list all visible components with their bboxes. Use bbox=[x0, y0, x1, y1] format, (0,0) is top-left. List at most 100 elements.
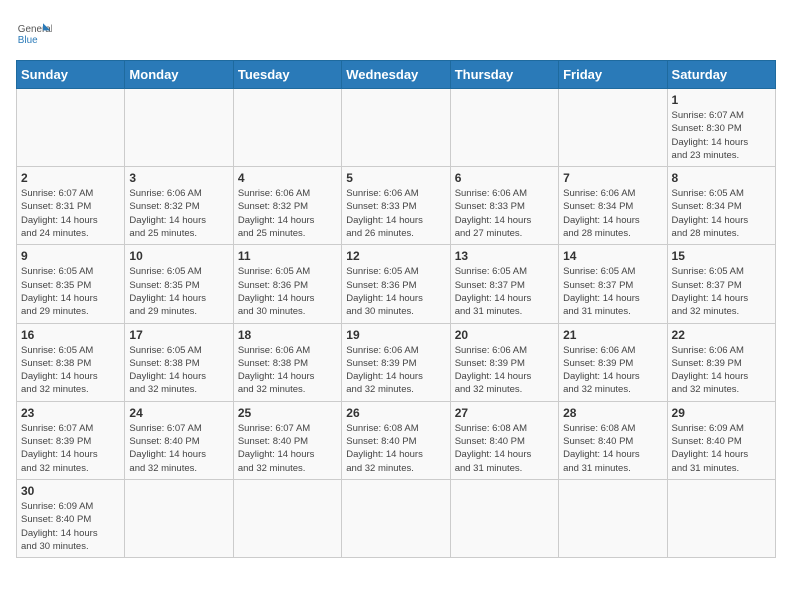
calendar-cell: 7 Sunrise: 6:06 AM Sunset: 8:34 PM Daylig… bbox=[559, 167, 667, 245]
logo: General Blue bbox=[16, 16, 52, 52]
day-info: Sunrise: 6:06 AM Sunset: 8:38 PM Dayligh… bbox=[238, 344, 337, 397]
logo-icon: General Blue bbox=[16, 16, 52, 52]
day-info: Sunrise: 6:05 AM Sunset: 8:38 PM Dayligh… bbox=[129, 344, 228, 397]
day-number: 18 bbox=[238, 328, 337, 342]
calendar-cell bbox=[559, 479, 667, 557]
day-number: 8 bbox=[672, 171, 771, 185]
day-info: Sunrise: 6:07 AM Sunset: 8:40 PM Dayligh… bbox=[129, 422, 228, 475]
calendar-week-row: 23 Sunrise: 6:07 AM Sunset: 8:39 PM Dayli… bbox=[17, 401, 776, 479]
weekday-header: Wednesday bbox=[342, 61, 450, 89]
day-info: Sunrise: 6:07 AM Sunset: 8:40 PM Dayligh… bbox=[238, 422, 337, 475]
calendar-cell: 2Sunrise: 6:07 AM Sunset: 8:31 PM Daylig… bbox=[17, 167, 125, 245]
calendar-cell: 24Sunrise: 6:07 AM Sunset: 8:40 PM Dayli… bbox=[125, 401, 233, 479]
calendar-cell: 10 Sunrise: 6:05 AM Sunset: 8:35 PM Dayli… bbox=[125, 245, 233, 323]
day-info: Sunrise: 6:08 AM Sunset: 8:40 PM Dayligh… bbox=[346, 422, 445, 475]
day-number: 23 bbox=[21, 406, 120, 420]
calendar-cell bbox=[559, 89, 667, 167]
day-number: 30 bbox=[21, 484, 120, 498]
day-number: 6 bbox=[455, 171, 554, 185]
day-number: 1 bbox=[672, 93, 771, 107]
day-info: Sunrise: 6:07 AM Sunset: 8:30 PM Dayligh… bbox=[672, 109, 771, 162]
calendar-cell: 15Sunrise: 6:05 AM Sunset: 8:37 PM Dayli… bbox=[667, 245, 775, 323]
calendar-cell: 11 Sunrise: 6:05 AM Sunset: 8:36 PM Dayli… bbox=[233, 245, 341, 323]
calendar-cell bbox=[233, 479, 341, 557]
day-info: Sunrise: 6:05 AM Sunset: 8:35 PM Dayligh… bbox=[129, 265, 228, 318]
day-info: Sunrise: 6:06 AM Sunset: 8:39 PM Dayligh… bbox=[346, 344, 445, 397]
calendar-cell bbox=[342, 479, 450, 557]
calendar-week-row: 16 Sunrise: 6:05 AM Sunset: 8:38 PM Dayli… bbox=[17, 323, 776, 401]
calendar-cell: 20Sunrise: 6:06 AM Sunset: 8:39 PM Dayli… bbox=[450, 323, 558, 401]
day-number: 11 bbox=[238, 249, 337, 263]
calendar-cell: 26 Sunrise: 6:08 AM Sunset: 8:40 PM Dayli… bbox=[342, 401, 450, 479]
day-number: 10 bbox=[129, 249, 228, 263]
weekday-header: Monday bbox=[125, 61, 233, 89]
day-info: Sunrise: 6:09 AM Sunset: 8:40 PM Dayligh… bbox=[672, 422, 771, 475]
day-number: 27 bbox=[455, 406, 554, 420]
day-number: 16 bbox=[21, 328, 120, 342]
calendar-cell: 8Sunrise: 6:05 AM Sunset: 8:34 PM Daylig… bbox=[667, 167, 775, 245]
calendar-cell: 25 Sunrise: 6:07 AM Sunset: 8:40 PM Dayli… bbox=[233, 401, 341, 479]
weekday-header: Saturday bbox=[667, 61, 775, 89]
weekday-header: Tuesday bbox=[233, 61, 341, 89]
calendar-cell: 28Sunrise: 6:08 AM Sunset: 8:40 PM Dayli… bbox=[559, 401, 667, 479]
day-number: 12 bbox=[346, 249, 445, 263]
calendar-cell: 3 Sunrise: 6:06 AM Sunset: 8:32 PM Daylig… bbox=[125, 167, 233, 245]
calendar-cell bbox=[667, 479, 775, 557]
calendar-cell: 4Sunrise: 6:06 AM Sunset: 8:32 PM Daylig… bbox=[233, 167, 341, 245]
day-number: 13 bbox=[455, 249, 554, 263]
calendar-week-row: 2Sunrise: 6:07 AM Sunset: 8:31 PM Daylig… bbox=[17, 167, 776, 245]
calendar-cell: 16 Sunrise: 6:05 AM Sunset: 8:38 PM Dayli… bbox=[17, 323, 125, 401]
calendar-cell: 13 Sunrise: 6:05 AM Sunset: 8:37 PM Dayli… bbox=[450, 245, 558, 323]
calendar-cell: 14Sunrise: 6:05 AM Sunset: 8:37 PM Dayli… bbox=[559, 245, 667, 323]
day-info: Sunrise: 6:05 AM Sunset: 8:37 PM Dayligh… bbox=[563, 265, 662, 318]
day-number: 5 bbox=[346, 171, 445, 185]
calendar-cell: 22 Sunrise: 6:06 AM Sunset: 8:39 PM Dayli… bbox=[667, 323, 775, 401]
day-number: 25 bbox=[238, 406, 337, 420]
page-header: General Blue bbox=[16, 16, 776, 52]
weekday-header: Sunday bbox=[17, 61, 125, 89]
day-number: 15 bbox=[672, 249, 771, 263]
calendar-cell bbox=[233, 89, 341, 167]
day-number: 22 bbox=[672, 328, 771, 342]
calendar-week-row: 9 Sunrise: 6:05 AM Sunset: 8:35 PM Daylig… bbox=[17, 245, 776, 323]
day-number: 21 bbox=[563, 328, 662, 342]
day-number: 29 bbox=[672, 406, 771, 420]
day-info: Sunrise: 6:05 AM Sunset: 8:36 PM Dayligh… bbox=[346, 265, 445, 318]
day-info: Sunrise: 6:09 AM Sunset: 8:40 PM Dayligh… bbox=[21, 500, 120, 553]
day-info: Sunrise: 6:05 AM Sunset: 8:36 PM Dayligh… bbox=[238, 265, 337, 318]
day-info: Sunrise: 6:06 AM Sunset: 8:32 PM Dayligh… bbox=[129, 187, 228, 240]
day-info: Sunrise: 6:05 AM Sunset: 8:37 PM Dayligh… bbox=[455, 265, 554, 318]
day-number: 9 bbox=[21, 249, 120, 263]
calendar-cell: 27 Sunrise: 6:08 AM Sunset: 8:40 PM Dayli… bbox=[450, 401, 558, 479]
calendar-week-row: 1 Sunrise: 6:07 AM Sunset: 8:30 PM Daylig… bbox=[17, 89, 776, 167]
calendar-cell: 30 Sunrise: 6:09 AM Sunset: 8:40 PM Dayli… bbox=[17, 479, 125, 557]
day-info: Sunrise: 6:06 AM Sunset: 8:34 PM Dayligh… bbox=[563, 187, 662, 240]
day-info: Sunrise: 6:06 AM Sunset: 8:39 PM Dayligh… bbox=[672, 344, 771, 397]
calendar-cell: 23 Sunrise: 6:07 AM Sunset: 8:39 PM Dayli… bbox=[17, 401, 125, 479]
calendar-cell bbox=[342, 89, 450, 167]
day-number: 20 bbox=[455, 328, 554, 342]
calendar-cell: 21Sunrise: 6:06 AM Sunset: 8:39 PM Dayli… bbox=[559, 323, 667, 401]
calendar-cell: 5 Sunrise: 6:06 AM Sunset: 8:33 PM Daylig… bbox=[342, 167, 450, 245]
day-number: 7 bbox=[563, 171, 662, 185]
calendar-cell bbox=[17, 89, 125, 167]
day-info: Sunrise: 6:06 AM Sunset: 8:32 PM Dayligh… bbox=[238, 187, 337, 240]
day-number: 17 bbox=[129, 328, 228, 342]
day-info: Sunrise: 6:06 AM Sunset: 8:33 PM Dayligh… bbox=[346, 187, 445, 240]
calendar-cell: 9Sunrise: 6:05 AM Sunset: 8:35 PM Daylig… bbox=[17, 245, 125, 323]
day-number: 26 bbox=[346, 406, 445, 420]
calendar-cell: 18 Sunrise: 6:06 AM Sunset: 8:38 PM Dayli… bbox=[233, 323, 341, 401]
day-info: Sunrise: 6:08 AM Sunset: 8:40 PM Dayligh… bbox=[563, 422, 662, 475]
calendar-cell: 6Sunrise: 6:06 AM Sunset: 8:33 PM Daylig… bbox=[450, 167, 558, 245]
calendar-cell: 29 Sunrise: 6:09 AM Sunset: 8:40 PM Dayli… bbox=[667, 401, 775, 479]
day-number: 19 bbox=[346, 328, 445, 342]
calendar-cell: 1 Sunrise: 6:07 AM Sunset: 8:30 PM Daylig… bbox=[667, 89, 775, 167]
calendar-cell bbox=[450, 89, 558, 167]
day-info: Sunrise: 6:05 AM Sunset: 8:38 PM Dayligh… bbox=[21, 344, 120, 397]
day-number: 3 bbox=[129, 171, 228, 185]
calendar-cell: 19 Sunrise: 6:06 AM Sunset: 8:39 PM Dayli… bbox=[342, 323, 450, 401]
calendar-cell bbox=[450, 479, 558, 557]
calendar-cell: 12 Sunrise: 6:05 AM Sunset: 8:36 PM Dayli… bbox=[342, 245, 450, 323]
day-info: Sunrise: 6:08 AM Sunset: 8:40 PM Dayligh… bbox=[455, 422, 554, 475]
day-info: Sunrise: 6:07 AM Sunset: 8:39 PM Dayligh… bbox=[21, 422, 120, 475]
